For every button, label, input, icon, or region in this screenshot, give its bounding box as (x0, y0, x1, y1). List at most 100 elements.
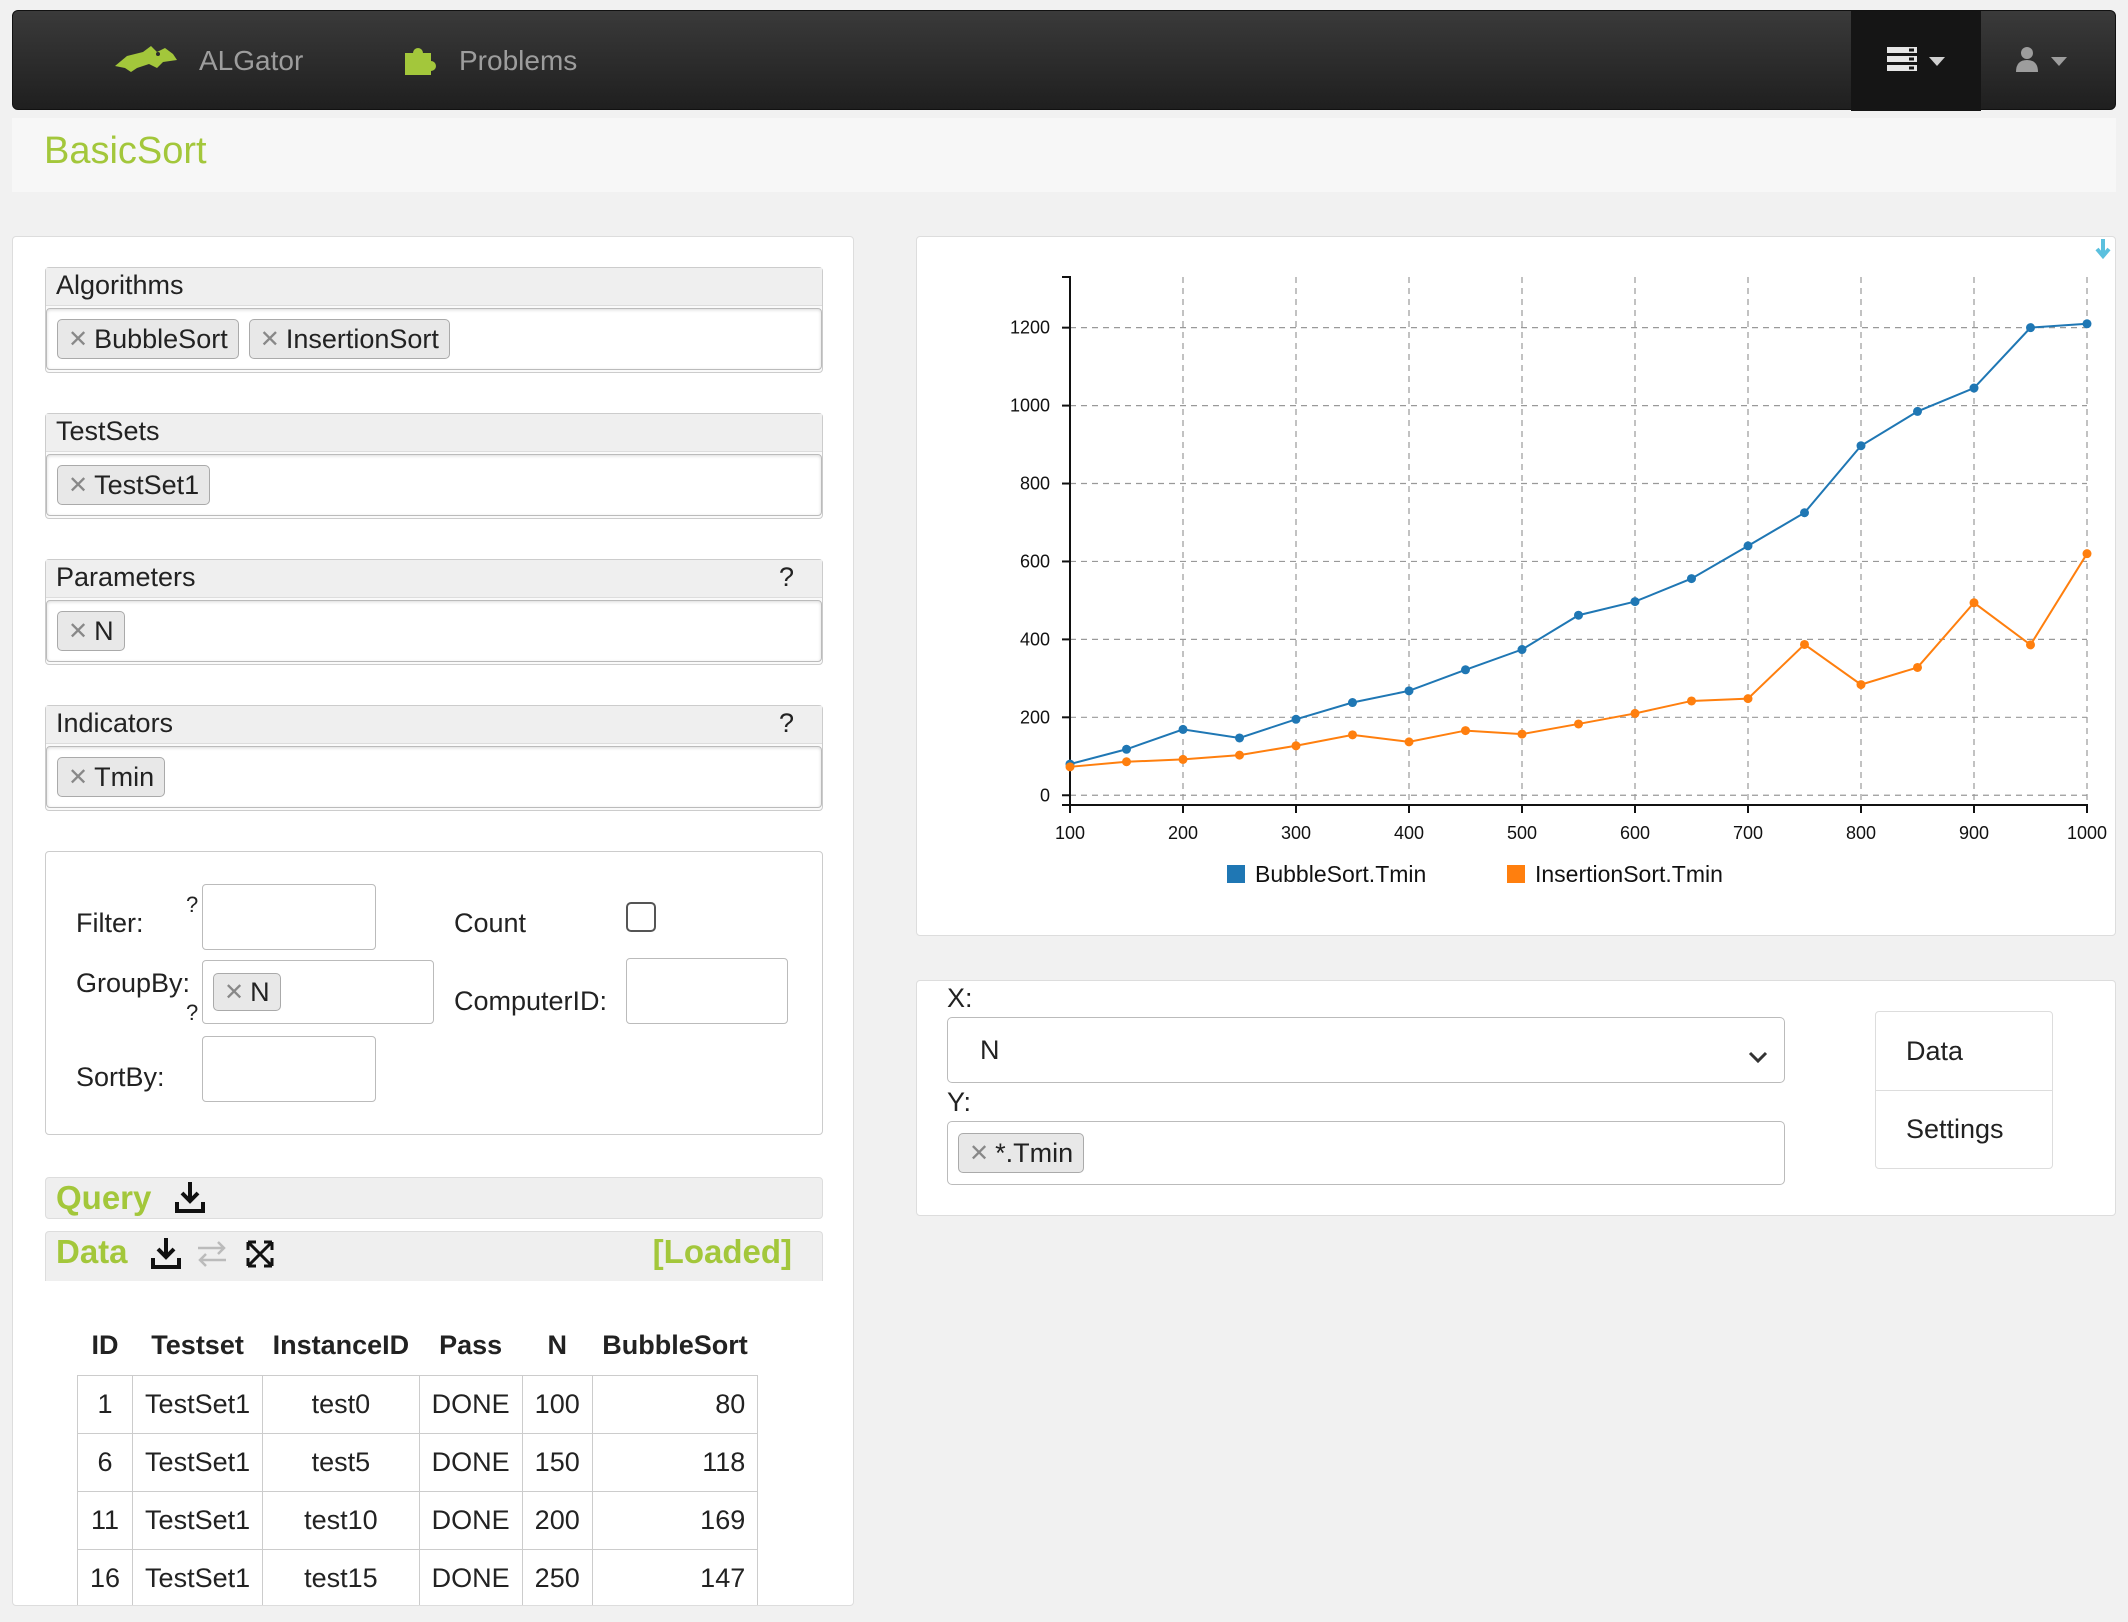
data-point (1856, 680, 1866, 690)
top-navbar: ALGator Problems (12, 10, 2116, 111)
user-menu-dropdown[interactable] (1981, 11, 2101, 111)
indicators-help[interactable]: ? (779, 708, 794, 739)
table-header-row: ID Testset InstanceID Pass N BubbleSort (78, 1317, 758, 1375)
table-row: 11 TestSet1 test10 DONE 200 169 (76, 1490, 759, 1550)
y-tick-label: 800 (1020, 474, 1050, 494)
server-menu-dropdown[interactable] (1851, 11, 1981, 111)
puzzle-icon (403, 41, 459, 82)
data-point (1913, 406, 1922, 416)
algorithm-tag[interactable]: ✕ InsertionSort (248, 319, 450, 359)
y-axis-select[interactable]: ✕ *.Tmin (947, 1121, 1785, 1185)
remove-tag-icon[interactable]: ✕ (68, 617, 88, 646)
parameters-help[interactable]: ? (779, 562, 794, 593)
y-axis-tag[interactable]: ✕ *.Tmin (958, 1133, 1085, 1173)
swap-icon[interactable] (196, 1240, 228, 1273)
algorithms-select[interactable]: ✕ BubbleSort ✕ InsertionSort (46, 308, 822, 370)
remove-tag-icon[interactable]: ✕ (260, 325, 280, 354)
chevron-down-icon (1929, 56, 1945, 66)
sortby-label: SortBy: (76, 1062, 165, 1092)
data-point (1122, 744, 1131, 754)
y-tick-label: 0 (1040, 785, 1050, 805)
indicators-group: Indicators ? ✕ Tmin (45, 705, 823, 811)
x-tick-label: 400 (1394, 823, 1424, 843)
remove-tag-icon[interactable]: ✕ (224, 978, 244, 1007)
data-title: Data (56, 1233, 128, 1270)
parameters-select[interactable]: ✕ N (46, 600, 822, 662)
x-tick-label: 200 (1168, 823, 1198, 843)
algorithm-tag[interactable]: ✕ BubbleSort (57, 319, 239, 359)
user-icon (2015, 46, 2039, 77)
column-header[interactable]: N (522, 1317, 592, 1375)
testset-tag[interactable]: ✕ TestSet1 (57, 465, 211, 505)
indicator-tag[interactable]: ✕ Tmin (57, 757, 166, 797)
alligator-logo-icon (113, 42, 199, 81)
data-menu-item[interactable]: Data (1876, 1012, 2052, 1090)
remove-tag-icon[interactable]: ✕ (68, 471, 88, 500)
data-point (1856, 441, 1866, 451)
filter-help[interactable]: ? (186, 892, 198, 918)
brand-link[interactable]: ALGator (113, 11, 303, 111)
download-icon[interactable] (174, 1180, 206, 1219)
column-header[interactable]: Pass (419, 1317, 522, 1375)
chevron-down-icon (2051, 56, 2067, 66)
sortby-input[interactable] (202, 1036, 376, 1102)
y-tick-label: 1000 (1010, 396, 1050, 416)
data-point (1800, 639, 1809, 649)
download-chart-icon[interactable] (2095, 239, 2111, 260)
computerid-input[interactable] (626, 958, 788, 1024)
chart-side-menu: Data Settings (1875, 1011, 2053, 1169)
page-title: BasicSort (44, 130, 207, 172)
column-header[interactable]: ID (78, 1317, 133, 1375)
data-point (1574, 719, 1583, 729)
indicators-select[interactable]: ✕ Tmin (46, 746, 822, 808)
parameter-tag[interactable]: ✕ N (57, 611, 125, 651)
x-axis-select[interactable]: N (947, 1017, 1785, 1083)
nav-problems-link[interactable]: Problems (403, 11, 577, 111)
x-tick-label: 1000 (2067, 823, 2107, 843)
column-header[interactable]: Testset (133, 1317, 263, 1375)
query-section[interactable]: Query (45, 1177, 823, 1219)
table-row: 1 TestSet1 test0 DONE 100 80 (76, 1374, 759, 1434)
groupby-input[interactable]: ✕ N (202, 960, 434, 1024)
data-point (1235, 733, 1244, 743)
groupby-tag[interactable]: ✕ N (213, 973, 281, 1011)
filter-input[interactable] (202, 884, 376, 950)
y-axis (1062, 276, 1071, 806)
column-header[interactable]: InstanceID (263, 1317, 420, 1375)
count-checkbox[interactable] (626, 902, 656, 932)
data-point (1235, 750, 1244, 760)
data-point (1291, 714, 1301, 724)
indicators-label: Indicators (56, 708, 174, 738)
legend-label: InsertionSort.Tmin (1535, 861, 1723, 887)
data-point (2026, 323, 2035, 333)
data-point (2082, 549, 2092, 559)
testsets-select[interactable]: ✕ TestSet1 (46, 454, 822, 516)
data-point (1517, 645, 1527, 655)
problems-label: Problems (459, 45, 578, 76)
remove-tag-icon[interactable]: ✕ (969, 1139, 989, 1168)
data-section: Data [Loaded] (45, 1231, 823, 1281)
data-point (1178, 724, 1188, 734)
brand-label: ALGator (199, 45, 304, 76)
settings-menu-item[interactable]: Settings (1876, 1090, 2052, 1168)
filter-label: Filter: (76, 908, 144, 938)
computerid-label: ComputerID: (454, 986, 608, 1016)
data-point (1687, 696, 1696, 706)
data-point (1969, 383, 1979, 393)
expand-icon[interactable] (246, 1240, 274, 1273)
x-axis-label: X: (947, 983, 973, 1013)
column-header[interactable]: BubbleSort (592, 1317, 758, 1375)
remove-tag-icon[interactable]: ✕ (68, 763, 88, 792)
groupby-help[interactable]: ? (186, 1000, 198, 1026)
data-point (1687, 574, 1696, 584)
download-icon[interactable] (150, 1236, 182, 1275)
remove-tag-icon[interactable]: ✕ (68, 325, 88, 354)
chart-controls: X: N Y: ✕ *.Tmin Data Settings (916, 980, 2116, 1216)
x-tick-label: 700 (1733, 823, 1763, 843)
table-row: 6 TestSet1 test5 DONE 150 118 (76, 1432, 759, 1492)
x-tick-label: 500 (1507, 823, 1537, 843)
query-filters: Filter: ? GroupBy: ? ✕ N SortBy: Count Co… (45, 851, 823, 1135)
data-point (2082, 319, 2092, 329)
y-tick-label: 400 (1020, 629, 1050, 649)
data-point (1630, 597, 1640, 607)
